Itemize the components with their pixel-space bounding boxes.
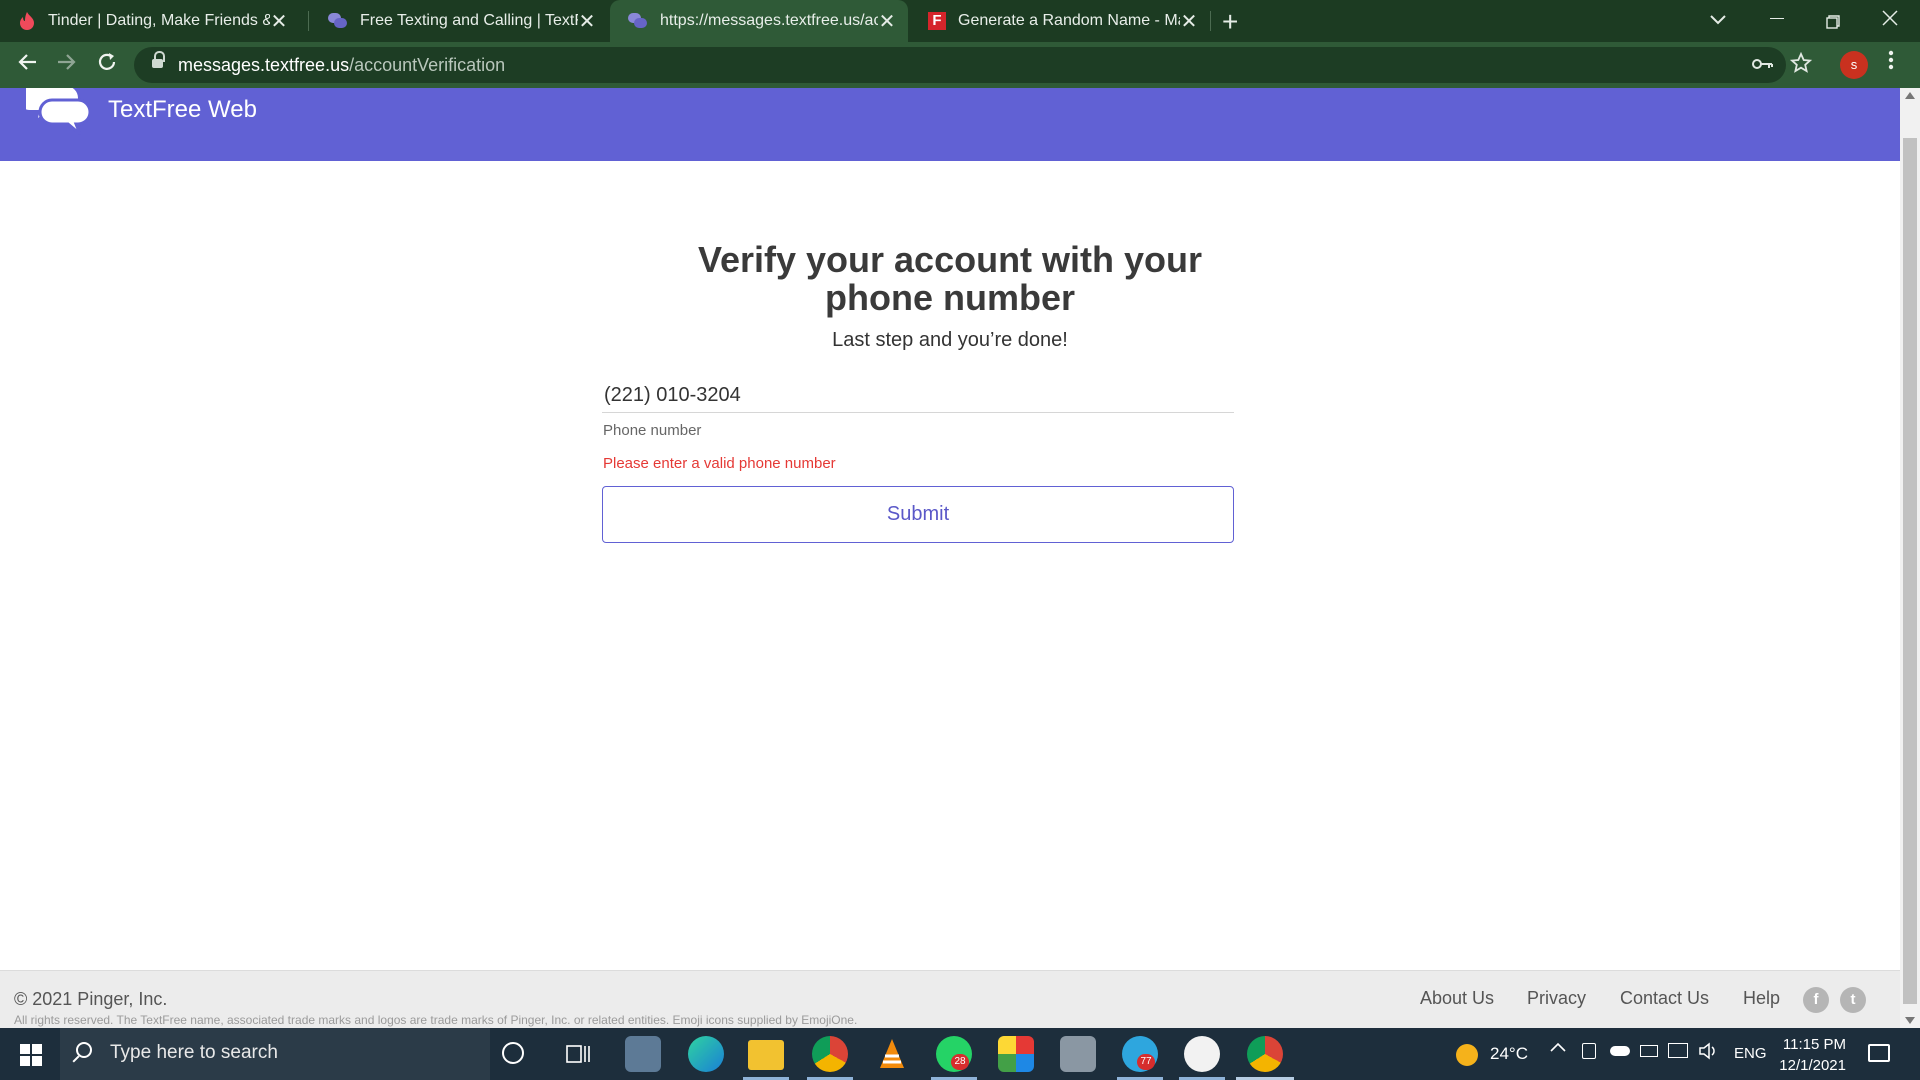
tab-textfree-home[interactable]: Free Texting and Calling | TextFree ✕	[310, 0, 608, 42]
page-viewport: TextFree Web Verify your account with yo…	[0, 88, 1900, 1028]
page-title: Verify your account with your phone numb…	[697, 239, 1203, 318]
url-text: messages.textfree.us/accountVerification	[178, 55, 506, 75]
textfree-chat-icon	[628, 13, 648, 29]
bookmark-star-icon[interactable]	[1789, 51, 1813, 80]
reload-icon[interactable]	[96, 51, 118, 80]
weather-sun-icon[interactable]	[1456, 1044, 1478, 1066]
footer-link-about-us[interactable]: About Us	[1420, 988, 1494, 1009]
windows-taskbar: Type here to search 28 77 24°C ENG 11:15…	[0, 1028, 1920, 1080]
input-language[interactable]: ENG	[1734, 1045, 1767, 1062]
tab-title: Tinder | Dating, Make Friends & Meet New…	[48, 12, 270, 29]
onedrive-cloud-icon[interactable]	[1610, 1046, 1630, 1056]
cortana-icon[interactable]	[502, 1042, 524, 1064]
legal-text: All rights reserved. The TextFree name, …	[14, 1013, 858, 1027]
browser-toolbar: messages.textfree.us/accountVerification…	[0, 42, 1920, 88]
scroll-down-arrow-icon[interactable]	[1905, 1017, 1915, 1024]
meet-now-icon[interactable]	[1582, 1043, 1596, 1059]
search-placeholder: Type here to search	[110, 1042, 278, 1063]
volume-icon[interactable]	[1698, 1041, 1718, 1066]
new-tab-button[interactable]: +	[1222, 6, 1238, 38]
taskbar-clock[interactable]: 11:15 PM 12/1/2021	[1766, 1034, 1846, 1076]
lock-icon	[152, 51, 165, 69]
footer-link-contact-us[interactable]: Contact Us	[1620, 988, 1709, 1009]
phone-number-input[interactable]	[602, 379, 1234, 413]
footer-link-help[interactable]: Help	[1743, 988, 1780, 1009]
task-view-icon[interactable]	[566, 1043, 590, 1065]
close-tab-icon[interactable]: ✕	[270, 9, 288, 34]
site-header: TextFree Web	[0, 88, 1900, 161]
taskbar-search-box[interactable]: Type here to search	[60, 1028, 490, 1080]
footer-link-privacy[interactable]: Privacy	[1527, 988, 1586, 1009]
phone-error-message: Please enter a valid phone number	[603, 455, 836, 472]
edge-browser-icon[interactable]	[688, 1036, 724, 1072]
copyright-text: © 2021 Pinger, Inc.	[14, 989, 168, 1009]
notification-center-icon[interactable]	[1868, 1044, 1890, 1062]
clock-time: 11:15 PM	[1782, 1036, 1846, 1053]
restore-icon[interactable]	[1826, 12, 1840, 35]
network-icon[interactable]	[1668, 1043, 1688, 1058]
app-icon-scanner[interactable]	[625, 1036, 661, 1072]
tab-title: Free Texting and Calling | TextFree	[360, 12, 578, 29]
close-tab-icon[interactable]: ✕	[1180, 9, 1198, 34]
close-tab-icon[interactable]: ✕	[578, 9, 596, 34]
fakenamegen-f-icon: F	[928, 12, 946, 30]
back-arrow-icon[interactable]	[16, 51, 38, 80]
browser-tab-strip: Tinder | Dating, Make Friends & Meet New…	[0, 0, 1920, 42]
tab-random-name[interactable]: F Generate a Random Name - Male ✕	[910, 0, 1210, 42]
battery-icon[interactable]	[1640, 1045, 1658, 1057]
clock-date: 12/1/2021	[1779, 1057, 1846, 1074]
tray-chevron-up-icon[interactable]	[1550, 1040, 1566, 1059]
telegram-unread-badge: 77	[1137, 1054, 1155, 1070]
scroll-up-arrow-icon[interactable]	[1905, 92, 1915, 99]
weather-temperature[interactable]: 24°C	[1490, 1044, 1528, 1064]
chrome-active-icon[interactable]	[1247, 1036, 1283, 1072]
close-tab-icon[interactable]: ✕	[878, 9, 896, 34]
key-icon[interactable]	[1752, 54, 1774, 77]
profile-avatar[interactable]: s	[1840, 51, 1868, 79]
submit-button[interactable]: Submit	[602, 486, 1234, 543]
scrollbar-thumb[interactable]	[1903, 138, 1917, 1004]
browser-menu-icon[interactable]	[1888, 50, 1894, 76]
whatsapp-unread-badge: 28	[951, 1054, 969, 1070]
windows-start-icon[interactable]	[20, 1044, 42, 1066]
twitter-icon[interactable]: t	[1840, 987, 1866, 1013]
tab-title: Generate a Random Name - Male	[958, 12, 1180, 29]
vlc-icon[interactable]	[874, 1036, 910, 1072]
phone-number-label: Phone number	[603, 422, 702, 439]
search-icon	[76, 1042, 92, 1058]
textfree-chat-icon	[328, 13, 348, 29]
window-close-icon[interactable]	[1882, 9, 1898, 32]
site-footer: © 2021 Pinger, Inc. All rights reserved.…	[0, 970, 1900, 1028]
tinder-flame-icon	[20, 12, 34, 30]
facebook-icon[interactable]: f	[1803, 987, 1829, 1013]
textfree-logo-icon[interactable]	[18, 88, 92, 144]
tab-separator	[308, 11, 309, 31]
app-icon-package[interactable]	[1060, 1036, 1096, 1072]
site-brand-name[interactable]: TextFree Web	[108, 96, 257, 124]
tab-separator	[1210, 11, 1211, 31]
forward-arrow-icon[interactable]	[56, 51, 78, 80]
chrome-profile-icon[interactable]	[812, 1036, 848, 1072]
tab-title: https://messages.textfree.us/accountVeri…	[660, 12, 878, 29]
chrome-profile-2-icon[interactable]	[1184, 1036, 1220, 1072]
tab-account-verification[interactable]: https://messages.textfree.us/accountVeri…	[610, 0, 908, 42]
minimize-icon[interactable]	[1770, 18, 1784, 19]
address-bar[interactable]: messages.textfree.us/accountVerification	[134, 47, 1786, 83]
tab-search-chevron-icon[interactable]	[1710, 8, 1726, 31]
photos-app-icon[interactable]	[998, 1036, 1034, 1072]
tab-tinder[interactable]: Tinder | Dating, Make Friends & Meet New…	[0, 0, 300, 42]
page-scrollbar[interactable]	[1900, 88, 1920, 1028]
file-explorer-icon[interactable]	[748, 1040, 784, 1070]
page-subtitle: Last step and you’re done!	[832, 329, 1068, 351]
